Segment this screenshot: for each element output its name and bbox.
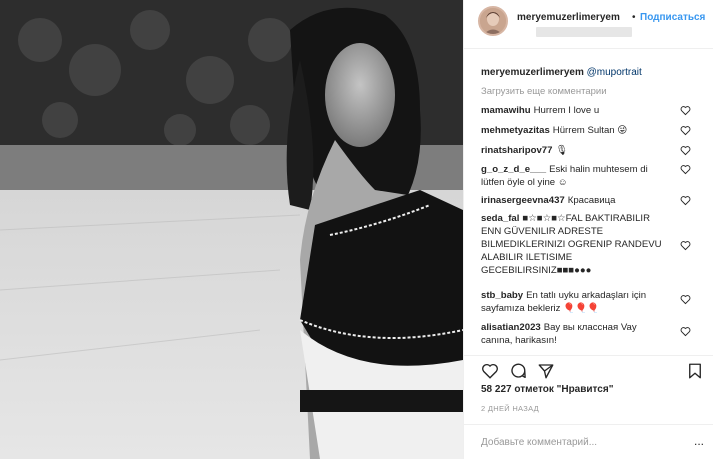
header-separator-dot: • (632, 12, 636, 23)
post-sidebar: meryemuzerlimeryem • Подписаться meryemu… (463, 0, 713, 459)
post-header: meryemuzerlimeryem • Подписаться (464, 0, 713, 49)
comment-username[interactable]: rinatsharipov77 (481, 145, 552, 156)
add-comment-input[interactable] (481, 434, 691, 450)
comment-text: En tatlı uyku arkadaşları için (526, 290, 647, 301)
like-button[interactable] (481, 362, 499, 380)
save-button[interactable] (686, 362, 704, 380)
load-more-comments-button[interactable]: Загрузить еще комментарии (481, 86, 607, 97)
comment-like-heart-icon[interactable] (680, 240, 692, 252)
comment-item: irinasergeevna437 Красавица (481, 194, 681, 207)
comment-text-line2: sayfamıza bekleriz 🎈🎈🎈 (481, 303, 599, 314)
comment-text-line4: ALABILIR ILETISIME (481, 252, 573, 263)
comments-list: meryemuzerlimeryem @muportrait Загрузить… (464, 49, 713, 355)
comment-username[interactable]: g_o_z_d_e___ (481, 164, 546, 175)
heart-icon (482, 363, 498, 379)
comment-button[interactable] (509, 362, 527, 380)
comment-username[interactable]: mehmetyazitas (481, 125, 550, 136)
comment-username[interactable]: seda_fal (481, 213, 519, 224)
share-icon (538, 364, 554, 379)
follow-button[interactable]: Подписаться (640, 12, 705, 23)
comment-text-line3: BILMEDIKLERINIZI OGRENIP RANDEVU (481, 239, 662, 250)
avatar-image (480, 8, 506, 34)
comment-text-line2: lütfen öyle ol yine ☺ (481, 177, 568, 188)
comment-like-heart-icon[interactable] (680, 145, 692, 157)
comment-like-heart-icon[interactable] (680, 125, 692, 137)
comment-text: 🎙 (555, 145, 568, 156)
add-comment-section: ... (464, 424, 713, 459)
comment-text-line5: GECEBILIRSINIZ■■■●●● (481, 265, 592, 276)
comment-text: Вау вы классная Vay (543, 322, 637, 333)
comment-item: alisatian2023 Вау вы классная Vay canına,… (481, 321, 681, 347)
post-timestamp[interactable]: 2 ДНЕЙ НАЗАД (481, 404, 539, 413)
comment-text-line2: canına, harikasın! (481, 335, 557, 346)
comment-item: mamawihu Hurrem I love u (481, 104, 681, 117)
comment-like-heart-icon[interactable] (680, 164, 692, 176)
share-button[interactable] (537, 362, 555, 380)
post-photo-image (0, 0, 463, 459)
header-username[interactable]: meryemuzerlimeryem (517, 12, 620, 23)
comment-username[interactable]: mamawihu (481, 105, 531, 116)
comment-text-line2: ENN GÜVENILIR ADRESTE (481, 226, 604, 237)
comment-text: Hürrem Sultan 😜 (552, 125, 628, 136)
comment-username[interactable]: alisatian2023 (481, 322, 541, 333)
avatar[interactable] (478, 6, 508, 36)
comment-item: mehmetyazitas Hürrem Sultan 😜 (481, 124, 681, 137)
comment-item: g_o_z_d_e___ Eski halin muhtesem di lütfe… (481, 163, 681, 189)
likes-count[interactable]: 58 227 отметок "Нравится" (481, 384, 613, 395)
comment-item: stb_baby En tatlı uyku arkadaşları için s… (481, 289, 681, 315)
comment-username[interactable]: irinasergeevna437 (481, 195, 565, 206)
comment-text: ■☆■☆■☆FAL BAKTIRABILIR (522, 213, 651, 224)
caption-username[interactable]: meryemuzerlimeryem (481, 67, 584, 78)
comment-like-heart-icon[interactable] (680, 326, 692, 338)
comment-like-heart-icon[interactable] (680, 105, 692, 117)
comment-like-heart-icon[interactable] (680, 195, 692, 207)
post-caption: meryemuzerlimeryem @muportrait (481, 67, 642, 78)
post-photo[interactable] (0, 0, 463, 459)
comment-item: seda_fal ■☆■☆■☆FAL BAKTIRABILIR ENN GÜVEN… (481, 212, 681, 277)
more-options-button[interactable]: ... (694, 434, 704, 448)
comment-item: rinatsharipov77 🎙 (481, 144, 681, 157)
comment-like-heart-icon[interactable] (680, 294, 692, 306)
post-actions-bar (464, 355, 713, 379)
comment-bubble-icon (511, 363, 526, 379)
header-subtitle-redacted (536, 27, 632, 37)
caption-mention[interactable]: @muportrait (587, 67, 642, 78)
bookmark-icon (689, 363, 701, 379)
comment-text: Hurrem I love u (533, 105, 600, 116)
comment-text: Eski halin muhtesem di (549, 164, 648, 175)
comment-username[interactable]: stb_baby (481, 290, 523, 301)
comment-text: Красавица (567, 195, 616, 206)
